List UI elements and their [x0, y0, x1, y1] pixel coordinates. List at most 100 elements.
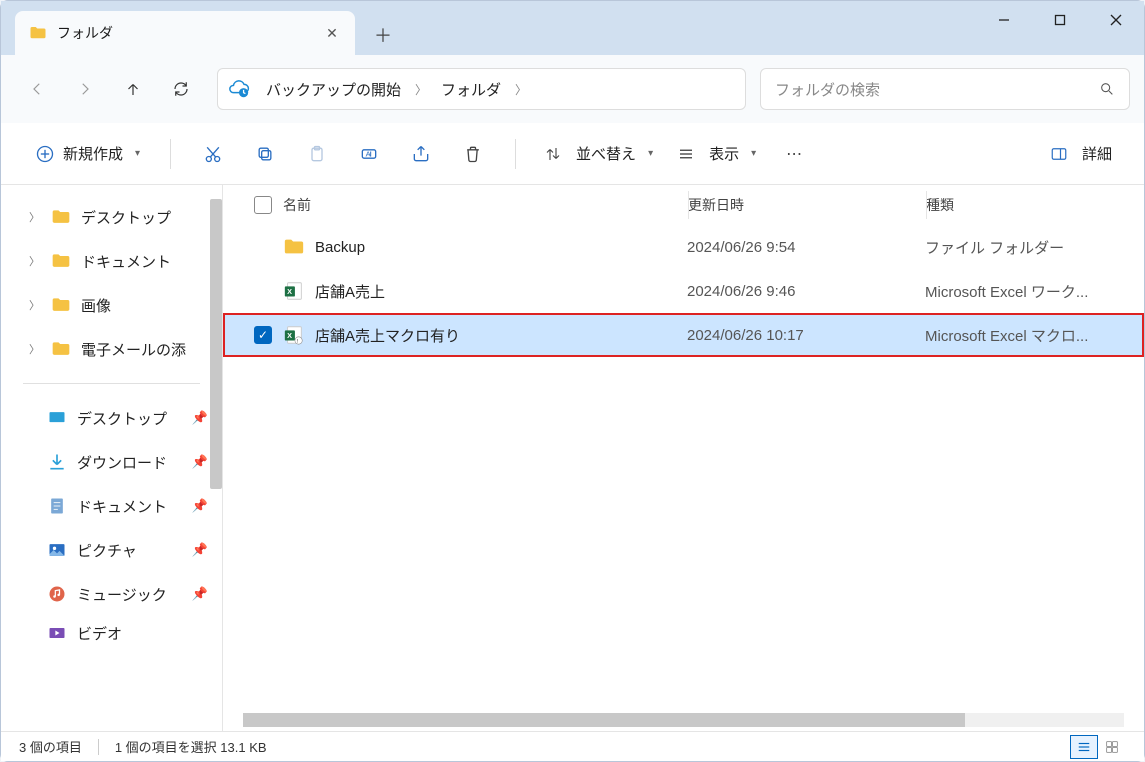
quick-access-videos[interactable]: ビデオ	[1, 616, 222, 650]
column-date[interactable]: 更新日時	[688, 195, 926, 215]
chevron-right-icon: 〉	[407, 81, 435, 98]
window-controls	[976, 1, 1144, 39]
svg-text:X: X	[287, 331, 292, 340]
quick-access-desktop[interactable]: デスクトップ 📌	[1, 396, 222, 440]
plus-circle-icon	[35, 144, 55, 164]
tab-current[interactable]: フォルダ ✕	[15, 11, 355, 55]
cloud-backup-icon	[228, 78, 250, 100]
up-button[interactable]	[111, 67, 155, 111]
delete-button[interactable]	[451, 132, 495, 176]
rename-button[interactable]: A	[347, 132, 391, 176]
column-type[interactable]: 種類	[926, 195, 1144, 215]
file-name: 店舗A売上マクロ有り	[315, 325, 687, 346]
chevron-right-icon[interactable]: 〉	[29, 341, 41, 357]
cut-button[interactable]	[191, 132, 235, 176]
sidebar-item-pictures[interactable]: 〉 画像	[1, 283, 222, 327]
sort-button[interactable]: 並べ替え ▾	[536, 137, 661, 170]
minimize-button[interactable]	[976, 1, 1032, 39]
main-area: 〉 デスクトップ 〉 ドキュメント 〉 画像 〉 電子メールの添 デスクトップ …	[1, 185, 1144, 731]
new-button[interactable]: 新規作成 ▾	[25, 137, 150, 170]
view-toggle	[1070, 735, 1126, 759]
more-button[interactable]: ⋯	[772, 132, 816, 176]
paste-button[interactable]	[295, 132, 339, 176]
refresh-button[interactable]	[159, 67, 203, 111]
column-separator[interactable]	[688, 191, 689, 219]
toolbar: 新規作成 ▾ A 並べ替え ▾ 表示 ▾ ⋯ 詳細	[1, 123, 1144, 185]
breadcrumb-segment[interactable]: バックアップの開始	[260, 79, 407, 100]
quick-access-label: ミュージック	[77, 584, 167, 605]
copy-button[interactable]	[243, 132, 287, 176]
file-pane: ⌃ 名前 更新日時 種類 Backup 2024/06/26 9:54 ファイル…	[223, 185, 1144, 731]
sidebar-scrollbar[interactable]	[210, 199, 222, 489]
details-pane-button[interactable]: 詳細	[1042, 137, 1120, 170]
quick-access-documents[interactable]: ドキュメント 📌	[1, 484, 222, 528]
search-input[interactable]: フォルダの検索	[760, 68, 1130, 110]
new-tab-button[interactable]: ＋	[363, 15, 403, 55]
sidebar-item-label: デスクトップ	[81, 207, 171, 228]
chevron-down-icon: ▾	[751, 148, 756, 159]
music-icon	[47, 584, 67, 604]
file-row[interactable]: X 店舗A売上 2024/06/26 9:46 Microsoft Excel …	[223, 269, 1144, 313]
sidebar-item-documents[interactable]: 〉 ドキュメント	[1, 239, 222, 283]
select-all-checkbox[interactable]	[243, 196, 283, 214]
close-window-button[interactable]	[1088, 1, 1144, 39]
sort-indicator-icon: ⌃	[464, 185, 472, 187]
forward-button[interactable]	[63, 67, 107, 111]
view-button[interactable]: 表示 ▾	[669, 137, 764, 170]
title-bar: フォルダ ✕ ＋	[1, 1, 1144, 55]
folder-icon	[29, 24, 47, 42]
chevron-right-icon[interactable]: 〉	[29, 297, 41, 313]
separator	[170, 139, 171, 169]
separator	[515, 139, 516, 169]
column-headers: ⌃ 名前 更新日時 種類	[223, 185, 1144, 225]
folder-icon	[51, 251, 71, 271]
file-type: Microsoft Excel ワーク...	[925, 281, 1144, 302]
breadcrumb[interactable]: バックアップの開始 〉 フォルダ 〉	[217, 68, 746, 110]
maximize-button[interactable]	[1032, 1, 1088, 39]
close-tab-icon[interactable]: ✕	[323, 24, 341, 42]
new-label: 新規作成	[63, 143, 123, 164]
pin-icon: 📌	[192, 586, 208, 602]
file-row[interactable]: Backup 2024/06/26 9:54 ファイル フォルダー	[223, 225, 1144, 269]
chevron-right-icon[interactable]: 〉	[29, 209, 41, 225]
pin-icon: 📌	[192, 498, 208, 514]
quick-access-label: ピクチャ	[77, 540, 137, 561]
separator	[98, 739, 99, 755]
file-row[interactable]: ✓ X! 店舗A売上マクロ有り 2024/06/26 10:17 Microso…	[223, 313, 1144, 357]
file-type: Microsoft Excel マクロ...	[925, 325, 1144, 346]
details-view-button[interactable]	[1070, 735, 1098, 759]
quick-access-label: デスクトップ	[77, 408, 167, 429]
svg-text:A: A	[366, 149, 371, 158]
svg-text:X: X	[287, 287, 292, 296]
quick-access-downloads[interactable]: ダウンロード 📌	[1, 440, 222, 484]
column-name[interactable]: 名前	[283, 195, 688, 215]
share-button[interactable]	[399, 132, 443, 176]
download-icon	[47, 452, 67, 472]
sidebar-item-desktop[interactable]: 〉 デスクトップ	[1, 195, 222, 239]
quick-access-pictures[interactable]: ピクチャ 📌	[1, 528, 222, 572]
sidebar-item-email[interactable]: 〉 電子メールの添	[1, 327, 222, 371]
chevron-down-icon: ▾	[648, 148, 653, 159]
file-name: 店舗A売上	[315, 281, 687, 302]
nav-bar: バックアップの開始 〉 フォルダ 〉 フォルダの検索	[1, 55, 1144, 123]
folder-icon	[51, 339, 71, 359]
thumbnails-view-button[interactable]	[1098, 735, 1126, 759]
view-icon	[677, 145, 695, 163]
folder-icon	[51, 207, 71, 227]
search-placeholder: フォルダの検索	[775, 79, 1099, 100]
breadcrumb-segment[interactable]: フォルダ	[435, 79, 507, 100]
folder-icon	[283, 236, 305, 258]
excel-macro-icon: X!	[283, 324, 305, 346]
status-count: 3 個の項目	[19, 737, 82, 756]
quick-access-music[interactable]: ミュージック 📌	[1, 572, 222, 616]
chevron-right-icon: 〉	[507, 81, 535, 98]
horizontal-scrollbar[interactable]	[243, 713, 1124, 727]
folder-icon	[51, 295, 71, 315]
row-checkbox[interactable]: ✓	[243, 326, 283, 344]
back-button[interactable]	[15, 67, 59, 111]
pin-icon: 📌	[192, 454, 208, 470]
scrollbar-thumb[interactable]	[243, 713, 965, 727]
column-separator[interactable]	[926, 191, 927, 219]
details-label: 詳細	[1082, 143, 1112, 164]
chevron-right-icon[interactable]: 〉	[29, 253, 41, 269]
